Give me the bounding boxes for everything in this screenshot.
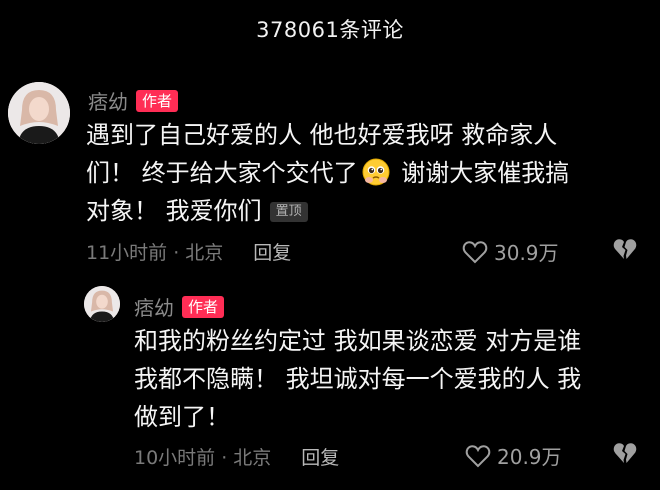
comment-text: 和我的粉丝约定过 我如果谈恋爱 对方是谁 我都不隐瞒！ 我坦诚对每一个爱我的人 … (134, 322, 644, 436)
pinned-badge: 置顶 (269, 202, 308, 222)
dislike-button[interactable] (612, 237, 638, 261)
avatar[interactable] (84, 286, 120, 322)
reply-button[interactable]: 回复 (253, 238, 291, 265)
comment-meta: 11小时前 · 北京 回复 (86, 238, 291, 265)
time-location: 10小时前 · 北京 (134, 447, 272, 469)
comment-text: 遇到了自己好爱的人 他也好爱我呀 救命家人 们！ 终于给大家个交代了 谢谢大家催… (86, 116, 646, 230)
like-count: 30.9万 (494, 241, 559, 265)
comment-header: 痞幼 作者 (88, 86, 179, 115)
heart-outline-icon (465, 444, 491, 468)
author-badge: 作者 (136, 89, 179, 112)
comment-line: 们！ 终于给大家个交代了 谢谢大家催我搞 (86, 154, 646, 192)
like-button[interactable]: 20.9万 (465, 441, 562, 470)
like-button[interactable]: 30.9万 (462, 237, 559, 266)
dislike-button[interactable] (612, 441, 638, 465)
avatar[interactable] (8, 82, 70, 144)
like-count: 20.9万 (497, 445, 562, 469)
heart-outline-icon (462, 240, 488, 264)
comment-line: 和我的粉丝约定过 我如果谈恋爱 对方是谁 (134, 327, 582, 355)
username[interactable]: 痞幼 (88, 86, 128, 115)
username[interactable]: 痞幼 (134, 292, 174, 321)
comment-meta: 10小时前 · 北京 回复 (134, 443, 339, 470)
broken-heart-icon (612, 441, 638, 465)
comment-line-part: 谢谢大家催我搞 (393, 159, 570, 187)
comment-line: 做到了！ (134, 403, 230, 431)
time-location: 11小时前 · 北京 (86, 242, 224, 264)
comment-line: 对象！ 我爱你们 置顶 (86, 192, 646, 230)
comment-line: 遇到了自己好爱的人 他也好爱我呀 救命家人 (86, 121, 558, 149)
reply-button[interactable]: 回复 (301, 443, 339, 470)
comment-line-part: 们！ 终于给大家个交代了 (86, 159, 358, 187)
comment-count-title: 378061条评论 (256, 18, 404, 42)
comment-line: 我都不隐瞒！ 我坦诚对每一个爱我的人 我 (134, 365, 582, 393)
broken-heart-icon (612, 237, 638, 261)
comment-line-part: 对象！ 我爱你们 (86, 197, 262, 225)
pleading-face-emoji-icon (362, 158, 390, 186)
author-badge: 作者 (182, 295, 225, 318)
comment-header: 痞幼 作者 (134, 292, 225, 321)
